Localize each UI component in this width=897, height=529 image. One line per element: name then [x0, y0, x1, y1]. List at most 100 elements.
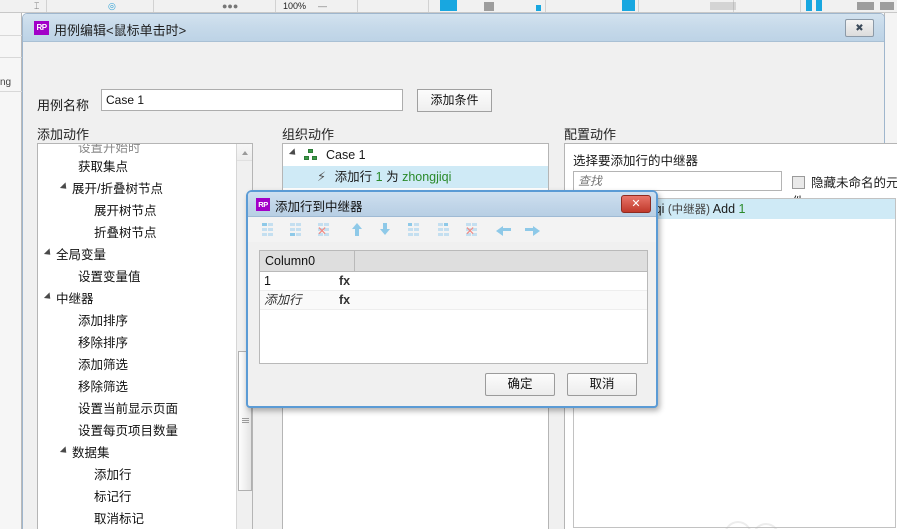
insert-row-above-icon[interactable]	[258, 222, 276, 237]
tree-item[interactable]: 获取集点	[38, 156, 237, 178]
dialog-title-bar: RP 用例编辑<鼠标单击时> ✖	[23, 14, 884, 42]
organize-action-mid: 为	[386, 170, 399, 184]
table-column-header[interactable]: Column0	[260, 251, 355, 271]
cell-placeholder[interactable]: 添加行	[260, 291, 335, 309]
tree-item[interactable]: 设置每页项目数量	[38, 420, 237, 442]
expander-triangle-icon[interactable]	[59, 446, 70, 456]
modal-toolbar: ✕ ✕	[248, 217, 656, 242]
app-logo-icon: RP	[34, 21, 49, 35]
tree-item[interactable]: 折叠树节点	[38, 222, 237, 244]
app-logo-icon: RP	[256, 198, 270, 211]
expander-triangle-icon[interactable]	[59, 182, 70, 192]
insert-row-below-icon[interactable]	[286, 222, 304, 237]
organize-root-label: Case 1	[325, 148, 366, 162]
organize-action-label: 添加行	[334, 170, 373, 184]
tree-item[interactable]: 设置当前显示页面	[38, 398, 237, 420]
modal-title: 添加行到中继器	[275, 200, 363, 214]
accent-mark	[816, 0, 822, 11]
action-tree-panel: 设置开始时 获取集点展开/折叠树节点展开树节点折叠树节点全局变量设置变量值中继器添…	[37, 143, 253, 529]
checkbox-icon[interactable]	[792, 176, 805, 189]
tree-item-label: 标记行	[94, 490, 132, 504]
tree-item[interactable]: 数据集	[38, 442, 237, 464]
tree-item[interactable]: 添加筛选	[38, 354, 237, 376]
tree-item-label: 展开/折叠树节点	[72, 182, 163, 196]
more-dots-icon: ●●●	[222, 1, 239, 11]
scroll-up-button[interactable]	[237, 144, 252, 161]
tree-item-label: 全局变量	[56, 248, 107, 262]
table-header-row: Column0	[260, 251, 647, 272]
tree-item[interactable]: 标记行	[38, 486, 237, 508]
background-toolbar: ⌶ ◎ ●●● 100% —	[0, 0, 897, 13]
tree-item[interactable]: 设置开始时	[38, 144, 237, 156]
accent-mark	[857, 2, 874, 10]
insert-column-left-icon[interactable]	[404, 222, 422, 237]
tree-item[interactable]: 移除筛选	[38, 376, 237, 398]
tree-item[interactable]: 取消标记	[38, 508, 237, 529]
pin-icon: ⌶	[34, 1, 40, 11]
tree-item-label: 添加筛选	[78, 358, 129, 372]
accent-mark	[440, 0, 457, 11]
move-row-up-icon[interactable]	[346, 222, 364, 237]
table-row[interactable]: 添加行 fx	[260, 291, 647, 310]
cell-value[interactable]: 1	[260, 272, 335, 290]
search-input[interactable]	[573, 171, 782, 191]
expander-triangle-icon[interactable]	[288, 148, 299, 158]
add-condition-button[interactable]: 添加条件	[417, 89, 492, 112]
add-row-modal: RP 添加行到中继器 ✕ ✕ ✕ Column0 1 fx 添加行 fx 确定 …	[246, 190, 658, 408]
widget-count: 1	[738, 202, 746, 216]
move-row-down-icon[interactable]	[374, 222, 392, 237]
tree-item-label: 设置每页项目数量	[78, 424, 179, 438]
tree-item[interactable]: 全局变量	[38, 244, 237, 266]
organize-root-row[interactable]: Case 1	[283, 144, 548, 166]
expander-triangle-icon[interactable]	[43, 292, 54, 302]
action-tree-list[interactable]: 设置开始时 获取集点展开/折叠树节点展开树节点折叠树节点全局变量设置变量值中继器添…	[38, 144, 237, 529]
delete-column-icon[interactable]: ✕	[462, 222, 480, 238]
zoom-level-label: 100%	[283, 1, 307, 11]
accent-mark	[536, 5, 541, 11]
table-column-header[interactable]	[355, 251, 647, 271]
tree-item-label: 取消标记	[94, 512, 145, 526]
tree-item[interactable]: 中继器	[38, 288, 237, 310]
accent-mark	[710, 2, 736, 10]
action-bolt-icon: ⚡	[317, 169, 327, 184]
tree-item-label: 添加行	[94, 468, 132, 482]
accent-mark	[622, 0, 635, 11]
background-left-label: ng	[0, 77, 12, 88]
dialog-title: 用例编辑<鼠标单击时>	[54, 23, 187, 38]
fx-button[interactable]: fx	[335, 291, 365, 309]
tree-item-label: 折叠树节点	[94, 226, 157, 240]
delete-row-icon[interactable]: ✕	[314, 222, 332, 238]
dialog-close-button[interactable]: ✖	[845, 19, 874, 37]
insert-column-right-icon[interactable]	[434, 222, 452, 237]
modal-ok-button[interactable]: 确定	[485, 373, 555, 396]
screen: ⌶ ◎ ●●● 100% — ng 卄 卄 RP 用例编辑<鼠标单击时	[0, 0, 897, 529]
case-name-label: 用例名称	[37, 98, 90, 113]
move-column-left-icon[interactable]	[494, 222, 512, 237]
tree-item-label: 中继器	[56, 292, 94, 306]
move-column-right-icon[interactable]	[524, 222, 542, 237]
table-row[interactable]: 1 fx	[260, 272, 647, 291]
case-name-input[interactable]	[101, 89, 403, 111]
background-left-panel: ng	[0, 13, 22, 529]
tree-item-label: 展开树节点	[94, 204, 157, 218]
tree-item-label: 设置变量值	[78, 270, 141, 284]
fx-button[interactable]: fx	[335, 272, 365, 290]
tree-item[interactable]: 移除排序	[38, 332, 237, 354]
tree-item[interactable]: 设置变量值	[38, 266, 237, 288]
tree-item[interactable]: 添加行	[38, 464, 237, 486]
configure-actions-heading: 配置动作	[564, 127, 617, 142]
tree-item[interactable]: 展开树节点	[38, 200, 237, 222]
tree-item-label: 移除排序	[78, 336, 129, 350]
row-data-table: Column0 1 fx 添加行 fx	[259, 250, 648, 364]
organize-action-target: zhongjiqi	[402, 170, 452, 184]
modal-close-button[interactable]: ✕	[621, 195, 651, 213]
tree-item[interactable]: 添加排序	[38, 310, 237, 332]
case-node-icon	[304, 149, 318, 160]
modal-cancel-button[interactable]: 取消	[567, 373, 637, 396]
widget-op: Add	[712, 202, 736, 216]
organize-action-value: 1	[375, 170, 383, 184]
expander-triangle-icon[interactable]	[43, 248, 54, 258]
organize-action-row[interactable]: ⚡ 添加行 1 为 zhongjiqi	[283, 166, 548, 188]
tree-item[interactable]: 展开/折叠树节点	[38, 178, 237, 200]
link-icon: ◎	[108, 1, 116, 11]
